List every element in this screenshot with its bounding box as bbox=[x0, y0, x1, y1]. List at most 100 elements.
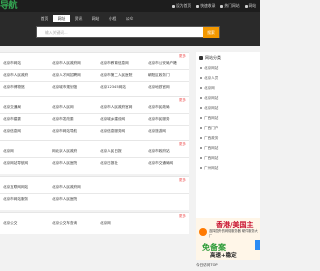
site-link[interactable]: 北京市公安局户籍 bbox=[148, 59, 177, 68]
site-link[interactable]: 朝阳区政务门 bbox=[148, 71, 170, 80]
row-divider bbox=[0, 69, 189, 70]
sidebar-item[interactable]: 广西门户 bbox=[200, 126, 218, 131]
row-divider bbox=[0, 193, 189, 194]
site-link[interactable]: 北京市人民医院 bbox=[52, 195, 77, 204]
site-link[interactable]: 北京人民日报 bbox=[100, 147, 122, 156]
site-link[interactable]: 北京12345网站 bbox=[100, 83, 126, 92]
customer-service-tab[interactable] bbox=[255, 240, 260, 250]
site-link[interactable]: 北京信息服务网 bbox=[100, 127, 125, 136]
sidebar-item[interactable]: 广西网站 bbox=[200, 146, 218, 151]
tab-miniprogram[interactable]: 小程 bbox=[104, 15, 121, 22]
tab-sites[interactable]: 网址 bbox=[53, 15, 70, 22]
bullet-icon bbox=[200, 117, 202, 119]
set-homepage-link[interactable]: 设为首页 bbox=[172, 0, 191, 12]
site-link[interactable]: 北京市人民政府官网 bbox=[100, 103, 132, 112]
search-tabs: 首页 网址 资讯 网站 小程 公众 bbox=[36, 15, 138, 22]
site-link[interactable]: 北京地铁官网 bbox=[148, 83, 170, 92]
ad-body: 选择国外的网络服务器 硬件服务大厂 bbox=[209, 229, 258, 238]
site-link[interactable]: 北京市人民网 bbox=[52, 103, 74, 112]
site-link[interactable]: 北京市民服务 bbox=[148, 115, 170, 124]
link-row: 北京网站导航网 北京市人民医院 北京日报社 北京市交通局网 bbox=[0, 159, 189, 168]
sidebar-item[interactable]: 广州网站 bbox=[200, 166, 218, 171]
site-link[interactable]: 北京市政府站 bbox=[148, 147, 170, 156]
site-logo[interactable]: 导航 bbox=[0, 0, 18, 12]
top-bar: 导航 设为首页 快速收录 热门网站 网站 bbox=[0, 0, 260, 12]
site-link[interactable]: 北京城市规划馆 bbox=[52, 83, 77, 92]
search-box: 输入关键词... 搜索 bbox=[36, 26, 220, 38]
sites-link[interactable]: 网站 bbox=[244, 0, 256, 12]
home-icon bbox=[172, 4, 175, 8]
quick-submit-link[interactable]: 快速收录 bbox=[196, 0, 215, 12]
search-button[interactable]: 搜索 bbox=[203, 27, 219, 38]
site-link[interactable]: 北京市人民医院 bbox=[52, 159, 77, 168]
site-link[interactable]: 北京网站导航网 bbox=[3, 159, 28, 168]
link-row: 北京网 网北京人民政府 北京人民日报 北京市政府站 bbox=[0, 147, 189, 156]
sidebar-item[interactable]: 北京网站 bbox=[200, 66, 218, 71]
site-link[interactable]: 北京市人民政府 bbox=[3, 71, 28, 80]
bullet-icon bbox=[200, 77, 202, 79]
fire-icon bbox=[220, 4, 224, 8]
link-row: 北京市网站 北京市人民政府网 北京市教育信息网 北京市公安局户籍 bbox=[0, 59, 189, 68]
bullet-icon bbox=[200, 67, 202, 69]
sidebar-item[interactable]: 广西网站 bbox=[200, 116, 218, 121]
site-link[interactable]: 北京市网站 bbox=[3, 59, 21, 68]
site-link[interactable]: 北京网 bbox=[100, 219, 111, 228]
site-link[interactable]: 北京互联网网站 bbox=[3, 183, 28, 192]
search-input[interactable]: 输入关键词... bbox=[45, 27, 68, 38]
site-link[interactable]: 北京市人民政府网 bbox=[52, 183, 81, 192]
site-link[interactable]: 北京市交通局网 bbox=[148, 159, 173, 168]
site-link[interactable]: 北京市网站导航 bbox=[52, 127, 77, 136]
site-link[interactable]: 北京公交车查询 bbox=[52, 219, 77, 228]
site-link[interactable]: 北京市博物馆 bbox=[3, 83, 25, 92]
site-link[interactable]: 北京市第二人民医院 bbox=[100, 71, 132, 80]
ad-banner[interactable]: 香港/美国主 选择国外的网络服务器 硬件服务大厂 免备案 高速+稳定 bbox=[196, 218, 260, 260]
grid-icon bbox=[244, 4, 248, 8]
row-divider bbox=[0, 125, 189, 126]
site-link[interactable]: 北京市民政局 bbox=[148, 103, 170, 112]
sidebar-title: 网站分类 bbox=[199, 55, 221, 60]
site-link[interactable]: 北京日报社 bbox=[100, 159, 118, 168]
tab-web[interactable]: 网站 bbox=[87, 15, 104, 22]
site-link[interactable]: 北京交通局 bbox=[3, 103, 21, 112]
sidebar-item[interactable]: 北京网 bbox=[200, 86, 215, 91]
tab-official[interactable]: 公众 bbox=[121, 15, 138, 22]
main-content: 更多 北京市网站 北京市人民政府网 北京市教育信息网 北京市公安局户籍 北京市人民政府 北京… bbox=[0, 52, 189, 271]
link-block: 更多 北京市网站 北京市人民政府网 北京市教育信息网 北京市公安局户籍 北京市人民政府 北京… bbox=[0, 52, 189, 98]
site-link[interactable]: 网北京人民政府 bbox=[52, 147, 77, 156]
tab-news[interactable]: 资讯 bbox=[70, 15, 87, 22]
site-link[interactable]: 北京信息网 bbox=[3, 127, 21, 136]
site-link[interactable]: 北京公交 bbox=[3, 219, 17, 228]
link-row: 北京互联网网站 北京市人民政府网 bbox=[0, 183, 189, 192]
sidebar-item[interactable]: 广西网站 bbox=[200, 156, 218, 161]
link-row: 北京市网站服务 北京市人民医院 bbox=[0, 195, 189, 204]
sidebar-item[interactable]: 北京网站 bbox=[200, 106, 218, 111]
top-links: 设为首页 快速收录 热门网站 网站 bbox=[172, 0, 256, 12]
site-link[interactable]: 北京城乡建设网 bbox=[100, 115, 125, 124]
site-link[interactable]: 北京旅游网 bbox=[148, 127, 166, 136]
site-link[interactable]: 北京网 bbox=[3, 147, 14, 156]
site-link[interactable]: 北京人才网招聘网 bbox=[52, 71, 81, 80]
site-link[interactable]: 北京市建委 bbox=[3, 115, 21, 124]
bullet-icon bbox=[200, 127, 202, 129]
row-divider bbox=[0, 113, 189, 114]
bullet-icon bbox=[200, 137, 202, 139]
link-block: 更多 北京互联网网站 北京市人民政府网 北京市网站服务 北京市人民医院 bbox=[0, 176, 189, 210]
ad-badge bbox=[199, 228, 207, 236]
link-block: 更多 北京网 网北京人民政府 北京人民日报 北京市政府站 北京网站导航网 北京市人民医院 北京… bbox=[0, 140, 189, 174]
header: 首页 网址 资讯 网站 小程 公众 输入关键词... 搜索 bbox=[0, 12, 260, 46]
sidebar-item[interactable]: 广西政务 bbox=[200, 136, 218, 141]
sidebar-item[interactable]: 北京网站 bbox=[200, 96, 218, 101]
today-top-label: 今日访问TOP bbox=[196, 263, 218, 267]
bullet-icon bbox=[200, 87, 202, 89]
hot-sites-link[interactable]: 热门网站 bbox=[220, 0, 240, 12]
bullet-icon bbox=[200, 107, 202, 109]
sidebar-item[interactable]: 北京人员 bbox=[200, 76, 218, 81]
site-link[interactable]: 北京市教育信息网 bbox=[100, 59, 129, 68]
site-link[interactable]: 北京市发改委 bbox=[52, 115, 74, 124]
link-row: 北京市博物馆 北京城市规划馆 北京12345网站 北京地铁官网 bbox=[0, 83, 189, 92]
site-link[interactable]: 北京市人民政府网 bbox=[52, 59, 81, 68]
link-row: 北京市人民政府 北京人才网招聘网 北京市第二人民医院 朝阳区政务门 bbox=[0, 71, 189, 80]
tab-home[interactable]: 首页 bbox=[36, 15, 53, 22]
sidebar: 网站分类 北京网站 北京人员 北京网 北京网站 北京网站 广西网站 广西门户 广西政务 广西网站… bbox=[196, 52, 260, 218]
site-link[interactable]: 北京市网站服务 bbox=[3, 195, 28, 204]
